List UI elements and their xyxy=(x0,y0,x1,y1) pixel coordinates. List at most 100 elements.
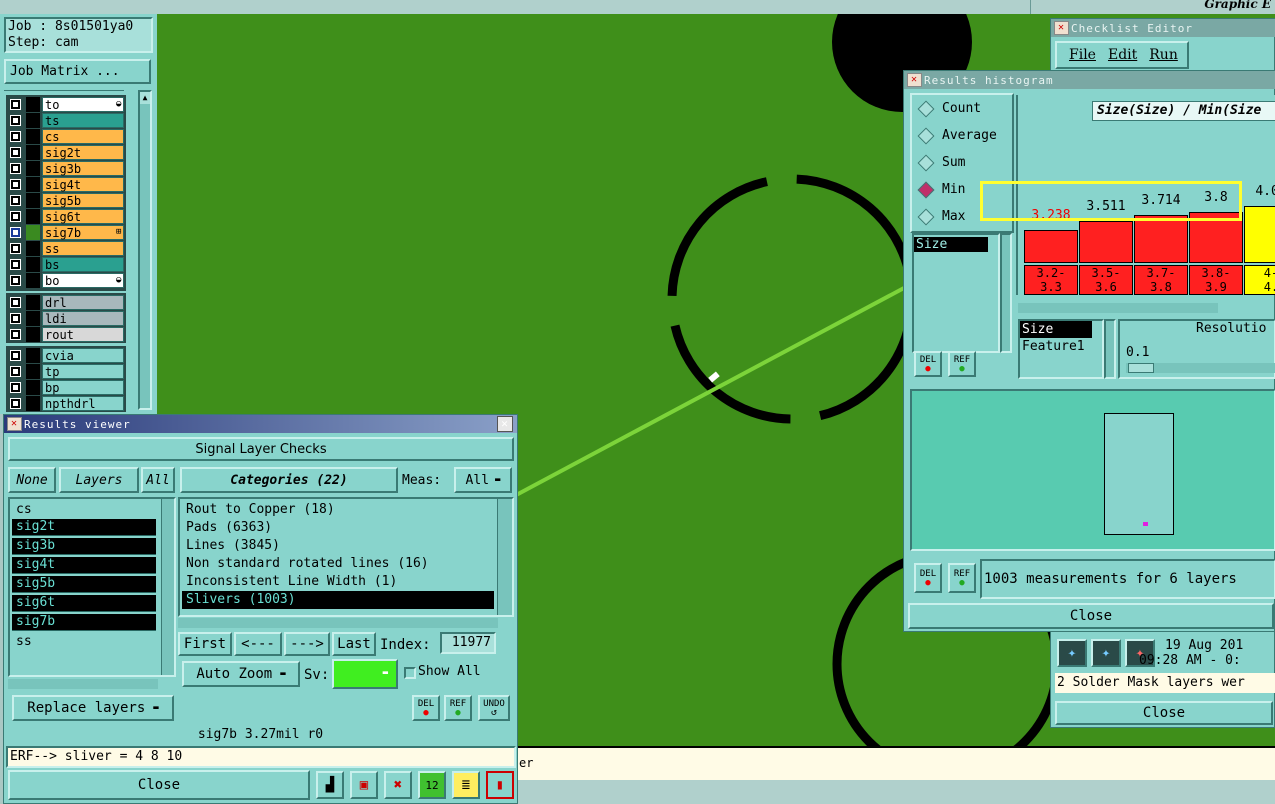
field-item[interactable]: Size xyxy=(1020,321,1092,338)
layer-row-bp[interactable]: bp xyxy=(8,380,124,395)
layer-row-ts[interactable]: ts xyxy=(8,113,124,128)
hist-del-button[interactable]: DEL ● xyxy=(914,351,942,377)
category-item[interactable]: Lines (3845) xyxy=(182,537,494,555)
layer-checkbox[interactable] xyxy=(10,350,21,361)
histogram-bar[interactable] xyxy=(1024,230,1078,263)
last-button[interactable]: Last xyxy=(332,632,376,656)
report-icon[interactable]: ▣ xyxy=(350,771,378,799)
measure-scrollbar[interactable] xyxy=(1000,233,1012,353)
layer-row-cvia[interactable]: cvia xyxy=(8,348,124,363)
layer-scrollbar[interactable]: ▲ xyxy=(138,90,152,410)
layer-checkbox[interactable] xyxy=(10,313,21,324)
preview-ref-button[interactable]: REF ● xyxy=(948,563,976,593)
run-icon[interactable]: ✦ xyxy=(1057,639,1087,667)
ref-button[interactable]: REF ● xyxy=(444,695,472,721)
rv-layer-item[interactable]: sig4t xyxy=(12,557,156,574)
auto-zoom-select[interactable]: Auto Zoom ▬ xyxy=(182,661,300,687)
layer-checkbox[interactable] xyxy=(10,99,21,110)
field-scrollbar[interactable] xyxy=(1104,319,1116,379)
sv-color-select[interactable]: ▬ xyxy=(332,659,398,689)
histogram-close-button[interactable]: Close xyxy=(908,603,1274,629)
layer-row-sig5b[interactable]: sig5b xyxy=(8,193,124,208)
layer-row-ss[interactable]: ss xyxy=(8,241,124,256)
category-item[interactable]: Non standard rotated lines (16) xyxy=(182,555,494,573)
layer-checkbox[interactable] xyxy=(10,211,21,222)
field-item[interactable]: Feature1 xyxy=(1020,338,1102,355)
checklist-titlebar[interactable]: ✕ Checklist Editor xyxy=(1051,19,1275,37)
layer-checkbox[interactable] xyxy=(10,131,21,142)
categories-button[interactable]: Categories (22) xyxy=(180,467,398,493)
index-input[interactable]: 11977 xyxy=(440,632,496,654)
del-button[interactable]: DEL ● xyxy=(412,695,440,721)
layer-checkbox[interactable] xyxy=(10,275,21,286)
rv-layer-item[interactable]: sig2t xyxy=(12,519,156,536)
layer-row-bo[interactable]: bo ◒ xyxy=(8,273,124,288)
layer-checkbox[interactable] xyxy=(10,398,21,409)
layer-row-sig2t[interactable]: sig2t xyxy=(8,145,124,160)
histogram-icon[interactable]: ▮ xyxy=(486,771,514,799)
option-average[interactable]: Average xyxy=(917,127,997,144)
window-menu-icon[interactable]: ✕ xyxy=(907,73,922,87)
category-list[interactable]: Rout to Copper (18) Pads (6363) Lines (384… xyxy=(178,497,514,617)
layer-row-cs[interactable]: cs xyxy=(8,129,124,144)
category-item[interactable]: Rout to Copper (18) xyxy=(182,501,494,519)
resolution-slider[interactable] xyxy=(1126,363,1275,373)
layer-checkbox[interactable] xyxy=(10,195,21,206)
run-all-icon[interactable]: ✦ xyxy=(1091,639,1121,667)
rv-layer-item[interactable]: cs xyxy=(12,501,156,519)
category-item[interactable]: Slivers (1003) xyxy=(182,591,494,609)
exclude-icon[interactable]: ✖ xyxy=(384,771,412,799)
job-matrix-button[interactable]: Job Matrix ... xyxy=(4,59,151,84)
window-menu-icon[interactable]: ✕ xyxy=(7,417,22,431)
undo-button[interactable]: UNDO ↺ xyxy=(478,695,510,721)
next-button[interactable]: ---> xyxy=(284,632,330,656)
all-layers-button[interactable]: All xyxy=(141,467,175,493)
layer-select-list[interactable]: cs sig2t sig3b sig4t sig5b sig6t sig7b ss xyxy=(8,497,176,677)
close-icon[interactable]: ✕ xyxy=(497,416,513,432)
layer-row-ldi[interactable]: ldi xyxy=(8,311,124,326)
notes-icon[interactable]: ≣ xyxy=(452,771,480,799)
layer-checkbox[interactable] xyxy=(10,115,21,126)
layer-checkbox[interactable] xyxy=(10,227,21,238)
preview-del-button[interactable]: DEL ● xyxy=(914,563,942,593)
rv-layer-item[interactable]: sig5b xyxy=(12,576,156,593)
layer-row-sig7b[interactable]: sig7b ⊞ xyxy=(8,225,124,240)
category-item[interactable]: Pads (6363) xyxy=(182,519,494,537)
layer-checkbox[interactable] xyxy=(10,163,21,174)
layer-row-bs[interactable]: bs xyxy=(8,257,124,272)
layer-list-hscroll[interactable] xyxy=(8,679,158,689)
option-count[interactable]: Count xyxy=(917,100,981,117)
first-button[interactable]: First xyxy=(178,632,232,656)
replace-layers-select[interactable]: Replace layers ▬ xyxy=(12,695,174,721)
layer-checkbox[interactable] xyxy=(10,382,21,393)
histogram-bar[interactable] xyxy=(1079,221,1133,263)
layer-checkbox[interactable] xyxy=(10,366,21,377)
slider-handle[interactable] xyxy=(1128,363,1154,373)
layer-row-rout[interactable]: rout xyxy=(8,327,124,342)
histogram-bar[interactable] xyxy=(1134,215,1188,263)
rv-layer-item[interactable]: sig7b xyxy=(12,614,156,631)
layer-checkbox[interactable] xyxy=(10,243,21,254)
results-viewer-close-button[interactable]: Close xyxy=(8,770,310,800)
layer-list-scrollbar[interactable] xyxy=(161,499,174,675)
category-hscroll[interactable] xyxy=(178,618,498,628)
show-all-checkbox[interactable] xyxy=(404,667,416,679)
results-viewer-titlebar[interactable]: ✕ Results viewer ✕ xyxy=(4,415,517,433)
category-item[interactable]: Inconsistent Line Width (1) xyxy=(182,573,494,591)
layer-row-sig6t[interactable]: sig6t xyxy=(8,209,124,224)
layer-row-sig3b[interactable]: sig3b xyxy=(8,161,124,176)
layer-checkbox[interactable] xyxy=(10,179,21,190)
option-min[interactable]: Min xyxy=(917,181,965,198)
layers-button[interactable]: Layers xyxy=(59,467,139,493)
marker-icon[interactable]: ▟ xyxy=(316,771,344,799)
prev-button[interactable]: <--- xyxy=(234,632,282,656)
histogram-titlebar[interactable]: ✕ Results histogram xyxy=(904,71,1275,89)
option-sum[interactable]: Sum xyxy=(917,154,965,171)
layer-row-to[interactable]: to ◒ xyxy=(8,97,124,112)
measure-list[interactable]: Size xyxy=(912,233,1000,353)
meas-select[interactable]: All ▬ xyxy=(454,467,512,493)
number-icon[interactable]: 12 xyxy=(418,771,446,799)
measure-list-item[interactable]: Size xyxy=(914,237,988,252)
layer-checkbox[interactable] xyxy=(10,297,21,308)
hist-ref-button[interactable]: REF ● xyxy=(948,351,976,377)
